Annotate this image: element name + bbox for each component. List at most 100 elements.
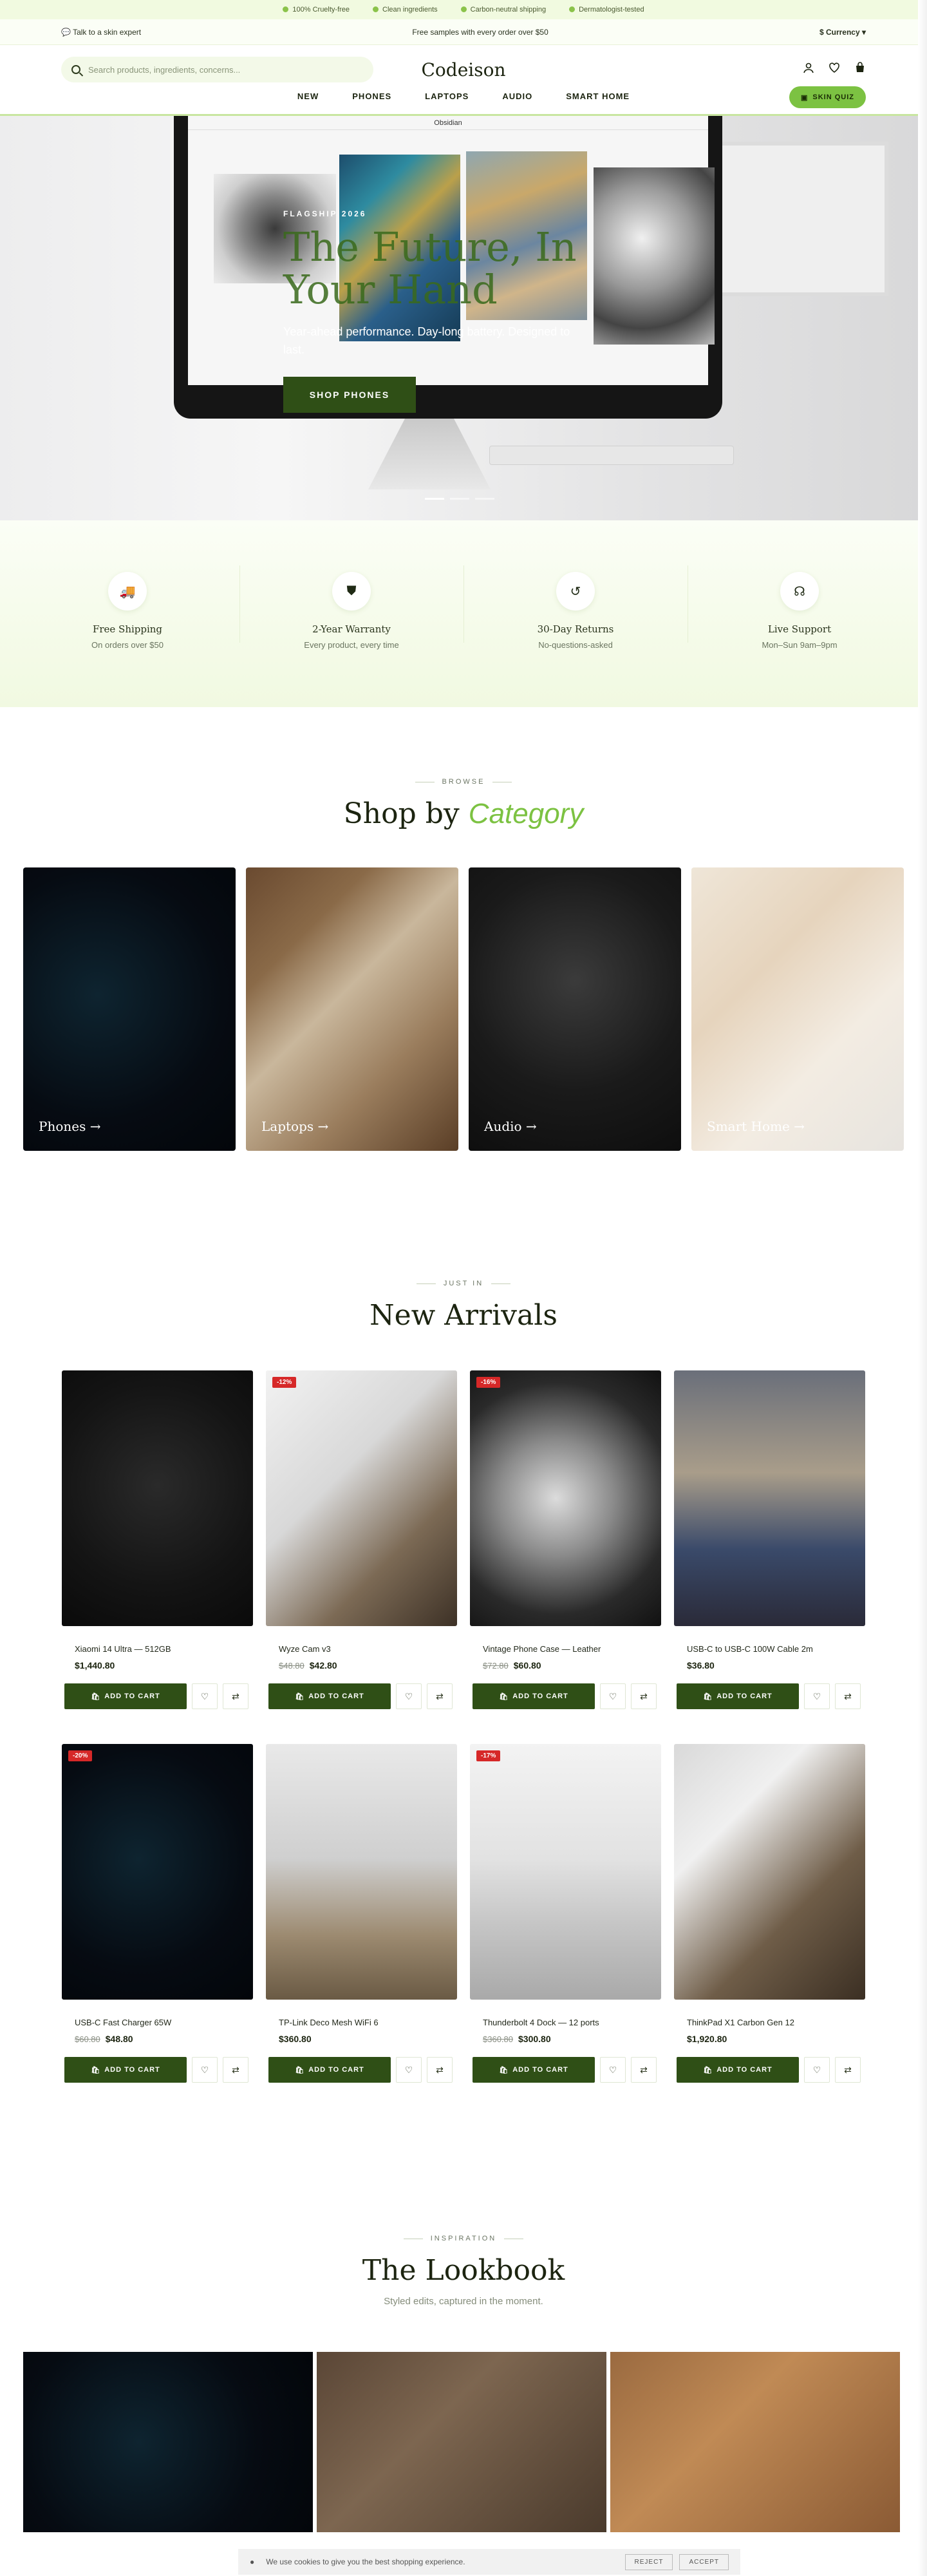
add-to-cart-button[interactable]: 🛍 ADD TO CART [473, 2057, 595, 2083]
product-card[interactable]: -16% Vintage Phone Case — Leather $72.80 $6… [470, 1370, 661, 1709]
product-name[interactable]: Vintage Phone Case — Leather [470, 1644, 661, 1654]
product-image[interactable] [674, 1744, 865, 2000]
nav-item-phones[interactable]: PHONES [352, 91, 391, 101]
product-card[interactable]: TP-Link Deco Mesh WiFi 6 $360.80 🛍 ADD TO C… [266, 1744, 457, 2083]
lookbook-image[interactable] [317, 2352, 606, 2532]
compare-icon[interactable]: ⇄ [835, 2057, 861, 2083]
product-image[interactable] [62, 1370, 253, 1626]
nav-item-laptops[interactable]: LAPTOPS [425, 91, 469, 101]
add-to-cart-button[interactable]: 🛍 ADD TO CART [473, 1683, 595, 1709]
product-name[interactable]: ThinkPad X1 Carbon Gen 12 [674, 2018, 865, 2027]
account-icon[interactable] [803, 62, 814, 73]
feature-subtitle: Every product, every time [304, 640, 399, 650]
headset-icon: ☊ [780, 572, 819, 611]
old-price: $72.80 [483, 1661, 509, 1671]
product-name[interactable]: TP-Link Deco Mesh WiFi 6 [266, 2018, 457, 2027]
wishlist-icon[interactable]: ♡ [396, 1683, 422, 1709]
compare-icon[interactable]: ⇄ [631, 2057, 657, 2083]
lookbook-image[interactable] [610, 2352, 900, 2532]
add-to-cart-button[interactable]: 🛍 ADD TO CART [268, 1683, 391, 1709]
talk-expert-link[interactable]: 💬 Talk to a skin expert [61, 28, 141, 37]
carousel-dot[interactable] [450, 498, 469, 500]
product-image[interactable]: -16% [470, 1370, 661, 1626]
announcement-item: Clean ingredients [373, 6, 438, 14]
add-to-cart-button[interactable]: 🛍 ADD TO CART [64, 1683, 187, 1709]
product-price: $360.80 [266, 2034, 457, 2044]
category-card-audio[interactable]: Audio → [469, 867, 681, 1151]
wishlist-icon[interactable] [829, 62, 840, 73]
product-image[interactable]: -17% [470, 1744, 661, 2000]
add-to-cart-button[interactable]: 🛍 ADD TO CART [268, 2057, 391, 2083]
old-price: $60.80 [75, 2034, 100, 2044]
product-image[interactable] [674, 1370, 865, 1626]
leaf-icon [569, 6, 576, 12]
product-card[interactable]: -20% USB-C Fast Charger 65W $60.80 $48.80 🛍 A… [62, 1744, 253, 2083]
category-card-smart-home[interactable]: Smart Home → [691, 867, 904, 1151]
feature-subtitle: Mon–Sun 9am–9pm [762, 640, 838, 650]
bag-icon: 🛍 [295, 2066, 305, 2074]
currency-selector[interactable]: $ Currency ▾ [819, 28, 866, 37]
cookie-icon: ● [250, 2557, 255, 2566]
product-name[interactable]: Wyze Cam v3 [266, 1644, 457, 1654]
product-image[interactable] [266, 1744, 457, 2000]
bag-icon: 🛍 [703, 2066, 713, 2074]
product-image[interactable]: -12% [266, 1370, 457, 1626]
wishlist-icon[interactable]: ♡ [600, 1683, 626, 1709]
skin-quiz-button[interactable]: ▣ SKIN QUIZ [789, 86, 866, 108]
discount-badge: -17% [476, 1750, 501, 1761]
lookbook-header: INSPIRATION The Lookbook Styled edits, c… [0, 2235, 927, 2307]
carousel-dot[interactable] [425, 498, 444, 500]
compare-icon[interactable]: ⇄ [427, 2057, 453, 2083]
nav-item-audio[interactable]: AUDIO [502, 91, 532, 101]
product-card[interactable]: USB-C to USB-C 100W Cable 2m $36.80 🛍 ADD T… [674, 1370, 865, 1709]
product-card[interactable]: -17% Thunderbolt 4 Dock — 12 ports $360.80… [470, 1744, 661, 2083]
site-logo[interactable]: Codeison [0, 59, 927, 80]
carousel-dot[interactable] [475, 498, 494, 500]
product-card[interactable]: -12% Wyze Cam v3 $48.80 $42.80 🛍 ADD TO CART ♡… [266, 1370, 457, 1709]
compare-icon[interactable]: ⇄ [835, 1683, 861, 1709]
shop-phones-button[interactable]: SHOP PHONES [283, 377, 416, 413]
return-icon: ↺ [556, 572, 595, 611]
compare-icon[interactable]: ⇄ [223, 1683, 248, 1709]
discount-badge: -16% [476, 1377, 501, 1388]
compare-icon[interactable]: ⇄ [223, 2057, 248, 2083]
current-price: $60.80 [513, 1660, 541, 1671]
category-card-laptops[interactable]: Laptops → [246, 867, 458, 1151]
nav-item-smart-home[interactable]: SMART HOME [566, 91, 630, 101]
wishlist-icon[interactable]: ♡ [192, 2057, 218, 2083]
product-name[interactable]: Thunderbolt 4 Dock — 12 ports [470, 2018, 661, 2027]
product-actions: 🛍 ADD TO CART ♡ ⇄ [674, 1683, 865, 1709]
wishlist-icon[interactable]: ♡ [396, 2057, 422, 2083]
wishlist-icon[interactable]: ♡ [192, 1683, 218, 1709]
compare-icon[interactable]: ⇄ [427, 1683, 453, 1709]
site-header: Search products, ingredients, concerns..… [0, 45, 927, 116]
current-price: $42.80 [309, 1660, 337, 1671]
product-name[interactable]: USB-C Fast Charger 65W [62, 2018, 253, 2027]
old-price: $48.80 [279, 1661, 304, 1671]
product-actions: 🛍 ADD TO CART ♡ ⇄ [266, 1683, 457, 1709]
category-card-phones[interactable]: Phones → [23, 867, 236, 1151]
wishlist-icon[interactable]: ♡ [600, 2057, 626, 2083]
leaf-icon [373, 6, 379, 12]
cart-icon[interactable] [854, 62, 866, 73]
product-name[interactable]: Xiaomi 14 Ultra — 512GB [62, 1644, 253, 1654]
add-to-cart-button[interactable]: 🛍 ADD TO CART [64, 2057, 187, 2083]
current-price: $48.80 [105, 2034, 133, 2044]
add-to-cart-button[interactable]: 🛍 ADD TO CART [677, 2057, 799, 2083]
current-price: $1,440.80 [75, 1660, 115, 1671]
product-card[interactable]: Xiaomi 14 Ultra — 512GB $1,440.80 🛍 ADD TO … [62, 1370, 253, 1709]
compare-icon[interactable]: ⇄ [631, 1683, 657, 1709]
arrivals-header: JUST IN New Arrivals [0, 1280, 927, 1332]
product-image[interactable]: -20% [62, 1744, 253, 2000]
accept-cookies-button[interactable]: ACCEPT [679, 2553, 729, 2570]
reject-cookies-button[interactable]: REJECT [624, 2553, 673, 2570]
product-card[interactable]: ThinkPad X1 Carbon Gen 12 $1,920.80 🛍 ADD T… [674, 1744, 865, 2083]
product-actions: 🛍 ADD TO CART ♡ ⇄ [470, 2057, 661, 2083]
wishlist-icon[interactable]: ♡ [804, 1683, 830, 1709]
announcement-item: 100% Cruelty-free [283, 6, 350, 14]
product-name[interactable]: USB-C to USB-C 100W Cable 2m [674, 1644, 865, 1654]
nav-item-new[interactable]: NEW [297, 91, 319, 101]
wishlist-icon[interactable]: ♡ [804, 2057, 830, 2083]
add-to-cart-button[interactable]: 🛍 ADD TO CART [677, 1683, 799, 1709]
lookbook-image[interactable] [23, 2352, 313, 2532]
